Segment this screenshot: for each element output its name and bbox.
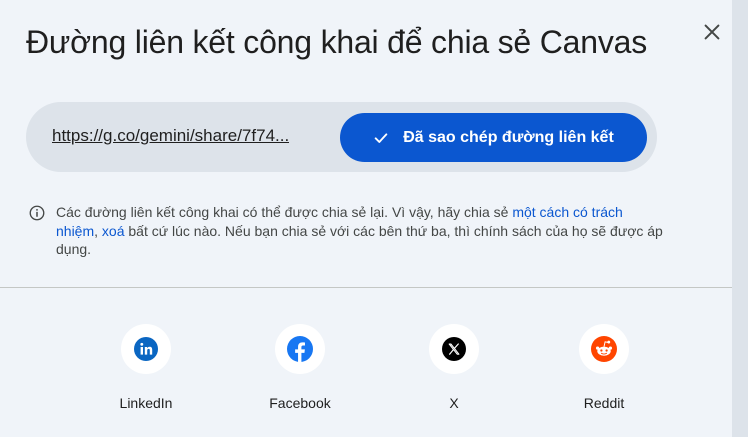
share-reddit-button[interactable] — [579, 324, 629, 374]
public-link-notice: Các đường liên kết công khai có thể được… — [28, 203, 668, 259]
x-icon — [442, 337, 466, 361]
share-link-url[interactable]: https://g.co/gemini/share/7f74... — [52, 126, 289, 146]
share-dialog: Đường liên kết công khai để chia sẻ Canv… — [0, 0, 732, 437]
share-facebook[interactable]: Facebook — [240, 324, 360, 411]
share-linkedin-label: LinkedIn — [119, 395, 173, 411]
close-icon — [704, 24, 720, 40]
dialog-title: Đường liên kết công khai để chia sẻ Canv… — [26, 24, 648, 60]
delete-link[interactable]: xoá — [102, 223, 125, 239]
notice-text: Các đường liên kết công khai có thể được… — [56, 203, 668, 259]
info-icon — [29, 205, 45, 221]
notice-separator: , — [94, 222, 102, 239]
share-x-label: X — [449, 395, 459, 411]
background-page-edge — [732, 0, 748, 437]
divider — [0, 287, 732, 288]
share-x[interactable]: X — [394, 324, 514, 411]
share-linkedin-button[interactable] — [121, 324, 171, 374]
share-link-field: https://g.co/gemini/share/7f74... Đã sao… — [26, 102, 657, 172]
copy-link-label: Đã sao chép đường liên kết — [403, 128, 614, 146]
share-reddit-label: Reddit — [583, 395, 625, 411]
share-linkedin[interactable]: LinkedIn — [86, 324, 206, 411]
reddit-icon — [591, 336, 617, 362]
facebook-icon — [287, 336, 313, 362]
notice-text-after: bất cứ lúc nào. Nếu bạn chia sẻ với các … — [56, 222, 663, 258]
linkedin-icon — [134, 337, 158, 361]
close-button[interactable] — [696, 16, 728, 48]
copy-link-button[interactable]: Đã sao chép đường liên kết — [340, 113, 647, 162]
notice-text-before: Các đường liên kết công khai có thể được… — [56, 204, 513, 220]
share-facebook-button[interactable] — [275, 324, 325, 374]
share-x-button[interactable] — [429, 324, 479, 374]
share-facebook-label: Facebook — [269, 395, 331, 411]
share-reddit[interactable]: Reddit — [544, 324, 664, 411]
check-icon — [374, 132, 388, 143]
